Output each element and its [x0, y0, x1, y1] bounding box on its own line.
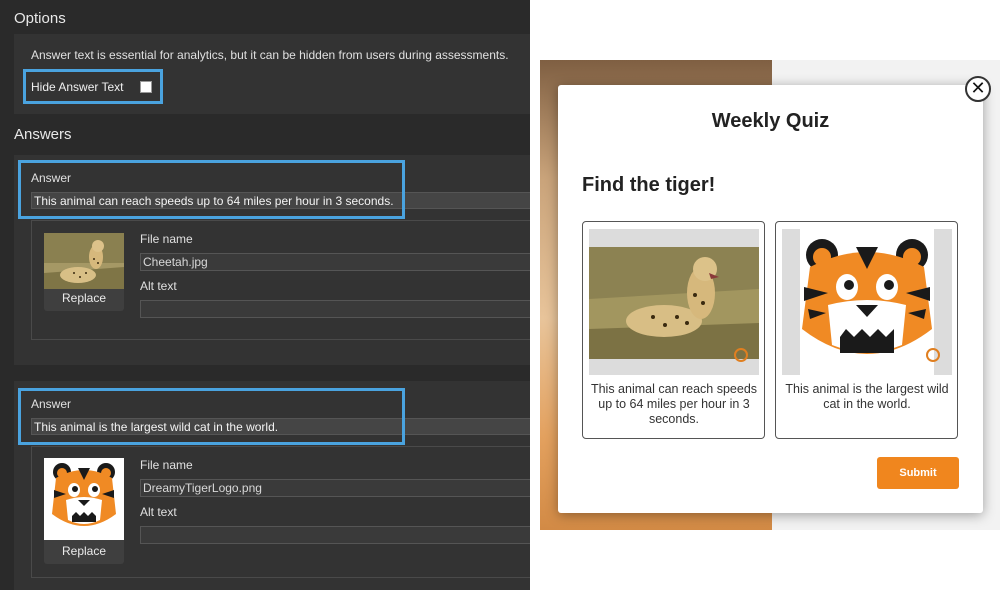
answer-thumbnail-card: Replace: [44, 458, 124, 564]
submit-button[interactable]: Submit: [877, 457, 959, 489]
close-icon[interactable]: ✕: [965, 76, 991, 102]
file-name-label: File name: [140, 232, 193, 246]
answer-thumbnail-card: Replace: [44, 233, 124, 311]
options-hint: Answer text is essential for analytics, …: [31, 48, 509, 62]
file-name-input[interactable]: [140, 253, 530, 271]
hide-answer-label: Hide Answer Text: [31, 80, 124, 94]
tiger-logo-icon: [44, 458, 124, 540]
quiz-choice-card[interactable]: This animal is the largest wild cat in t…: [775, 221, 958, 439]
answer-editor-panel: Options Answer text is essential for ana…: [0, 0, 530, 590]
answer-text-highlight: [18, 388, 405, 445]
quiz-question: Find the tiger!: [582, 174, 716, 196]
answer-text-highlight: [18, 160, 405, 219]
replace-button[interactable]: Replace: [44, 544, 124, 558]
alt-text-input[interactable]: [140, 526, 530, 544]
cheetah-photo-icon: [44, 233, 124, 289]
file-name-input[interactable]: [140, 479, 530, 497]
hide-answer-checkbox[interactable]: [140, 81, 152, 93]
choice-radio[interactable]: [926, 348, 940, 362]
alt-text-label: Alt text: [140, 279, 177, 293]
alt-text-input[interactable]: [140, 300, 530, 318]
choice-radio[interactable]: [734, 348, 748, 362]
choice-caption: This animal is the largest wild cat in t…: [785, 382, 949, 411]
options-title: Options: [14, 10, 66, 27]
alt-text-label: Alt text: [140, 505, 177, 519]
replace-button[interactable]: Replace: [44, 291, 124, 305]
file-name-label: File name: [140, 458, 193, 472]
choice-caption: This animal can reach speeds up to 64 mi…: [590, 382, 758, 426]
answers-title: Answers: [14, 126, 72, 143]
quiz-choice-card[interactable]: This animal can reach speeds up to 64 mi…: [582, 221, 765, 439]
quiz-title: Weekly Quiz: [711, 110, 830, 132]
